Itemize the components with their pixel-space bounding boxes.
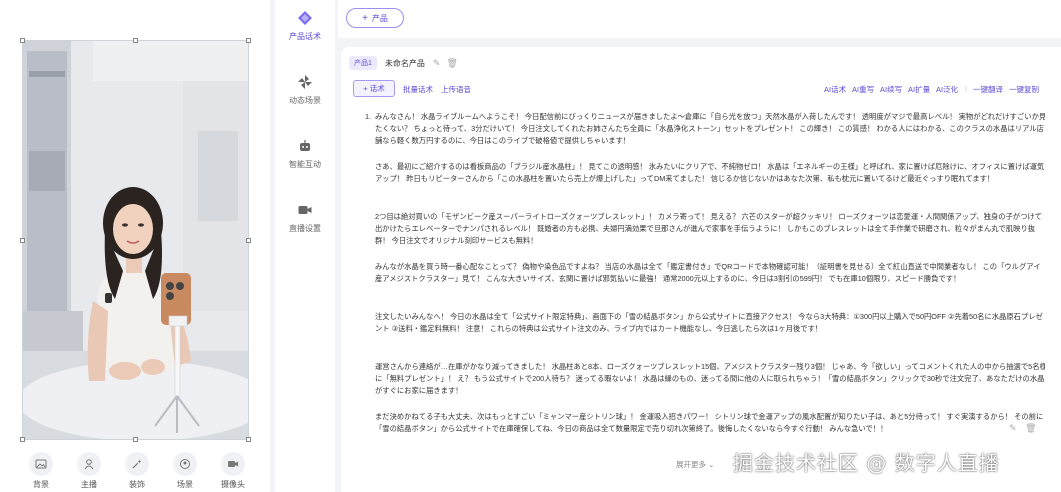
nav-label: 直播设置 [289, 224, 321, 233]
resize-handle[interactable] [246, 38, 251, 43]
product-tab-row: 产品1 未命名产品 ✎ 🗑 [349, 56, 464, 70]
ai-rewrite-link[interactable]: AI重写 [852, 84, 874, 95]
script-number: 1. [365, 112, 372, 121]
edit-icon[interactable]: ✎ [433, 58, 441, 69]
preview-panel: 背景 主播 装饰 场景 摄像头 [0, 0, 270, 492]
script-paragraph: 2つ目は絶対買いの「モザンビーク産スーパーライトローズクォーツブレスレット」！ … [375, 212, 1042, 245]
resize-handle[interactable] [20, 437, 25, 442]
delete-icon[interactable]: 🗑 [1025, 423, 1036, 433]
ai-script-link[interactable]: AI话术 [824, 84, 846, 95]
one-click-copy-link[interactable]: 一键复制 [1009, 84, 1039, 95]
ai-paraphrase-link[interactable]: AI泛化 [936, 84, 958, 95]
image-icon [29, 452, 53, 476]
avatar-preview[interactable] [22, 40, 249, 440]
person-icon [77, 452, 101, 476]
resize-handle[interactable] [246, 437, 251, 442]
nav-item-live-settings[interactable]: 直播设置 [275, 202, 335, 234]
paragraph-actions: ✎ 🗑 [1009, 423, 1037, 434]
tool-background[interactable]: 背景 [22, 452, 60, 490]
pinwheel-icon [298, 75, 312, 89]
watermark: 掘金技术社区 @ 数字人直播 [733, 451, 1000, 475]
tool-label: 装饰 [129, 480, 145, 489]
product-name: 未命名产品 [384, 58, 425, 68]
tool-label: 场景 [177, 480, 193, 489]
one-click-translate-link[interactable]: 一键翻译 [973, 84, 1003, 95]
add-product-label: 产品 [371, 13, 388, 23]
script-paragraph: 注文したいみんなへ！ 今日の水晶は全て「公式サイト限定特典」、画面下の「雪の結晶… [375, 312, 1043, 333]
tool-anchor[interactable]: 主播 [70, 452, 108, 490]
add-script-button[interactable]: + 话术 [353, 80, 395, 97]
divider: | [965, 84, 967, 93]
sparkle-icon [125, 452, 149, 476]
nav-label: 智能互动 [289, 160, 321, 169]
script-paragraph: さあ、最初にご紹介するのは看板商品の「ブラジル産水晶柱」！ 見てこの透明感！ 氷… [375, 162, 1045, 183]
ai-expand-link[interactable]: AI扩量 [908, 84, 930, 95]
resize-handle[interactable] [20, 38, 25, 43]
tool-scene[interactable]: 场景 [166, 452, 204, 490]
nav-item-product-script[interactable]: 产品话术 [275, 10, 335, 42]
script-card: 产品1 未命名产品 ✎ 🗑 + 话术 批量话术 上传语音 AI话术 AI重写 A… [341, 47, 1061, 492]
tool-label: 主播 [81, 480, 97, 489]
product-tab[interactable]: 产品1 [349, 56, 377, 70]
nav-item-dynamic-scene[interactable]: 动态场景 [275, 74, 335, 106]
ai-continue-link[interactable]: AI续写 [880, 84, 902, 95]
script-paragraph: まだ決めかねてる子も大丈夫、次はもっとすごい「ミャンマー産シトリン球」！ 金運吸… [375, 412, 1044, 433]
tool-label: 摄像头 [221, 480, 245, 489]
scene-icon [173, 452, 197, 476]
diamond-icon [298, 11, 312, 25]
resize-handle[interactable] [133, 437, 138, 442]
resize-handle[interactable] [20, 238, 25, 243]
robot-icon [300, 140, 310, 151]
nav-label: 产品话术 [289, 32, 321, 41]
edit-icon[interactable]: ✎ [1009, 423, 1017, 433]
script-paragraph: 運営さんから連絡が…在庫がかなり減ってきました！ 水晶柱あと8本、ローズクォーツ… [375, 362, 1045, 395]
script-toolbar: + 话术 批量话术 上传语音 AI话术 AI重写 AI续写 AI扩量 AI泛化 … [353, 80, 1053, 98]
script-paragraph: みんなさん！ 水晶ライブルームへようこそ！ 今日配信前にびっくりニュースが届きま… [375, 112, 1045, 145]
resize-handle[interactable] [133, 38, 138, 43]
script-paragraph: みんなが水晶を買う時一番心配なことって？ 偽物や染色品ですよね？ 当店の水晶は全… [375, 262, 1041, 283]
script-content[interactable]: 1. みんなさん！ 水晶ライブルームへようこそ！ 今日配信前にびっくりニュースが… [365, 111, 1045, 443]
bottom-toolbar: 背景 主播 装饰 场景 摄像头 [22, 452, 252, 490]
tool-label: 背景 [33, 480, 49, 489]
tool-decoration[interactable]: 装饰 [118, 452, 156, 490]
resize-handle[interactable] [246, 238, 251, 243]
camera-icon [221, 452, 245, 476]
top-bar: + 产品 [338, 0, 1061, 38]
plus-icon: + [362, 12, 368, 24]
nav-item-smart-interaction[interactable]: 智能互动 [275, 138, 335, 170]
nav-label: 动态场景 [289, 96, 321, 105]
delete-icon[interactable]: 🗑 [446, 58, 457, 69]
batch-script-link[interactable]: 批量话术 [403, 84, 433, 95]
side-nav: 产品话术 动态场景 智能互动 直播设置 [275, 0, 335, 492]
video-icon [298, 206, 312, 214]
upload-voice-link[interactable]: 上传语音 [441, 84, 471, 95]
expand-more-link[interactable]: 展开更多 ⌄ [676, 459, 714, 470]
add-product-button[interactable]: + 产品 [346, 8, 404, 28]
presenter-image [23, 41, 248, 439]
tool-camera[interactable]: 摄像头 [214, 452, 252, 490]
